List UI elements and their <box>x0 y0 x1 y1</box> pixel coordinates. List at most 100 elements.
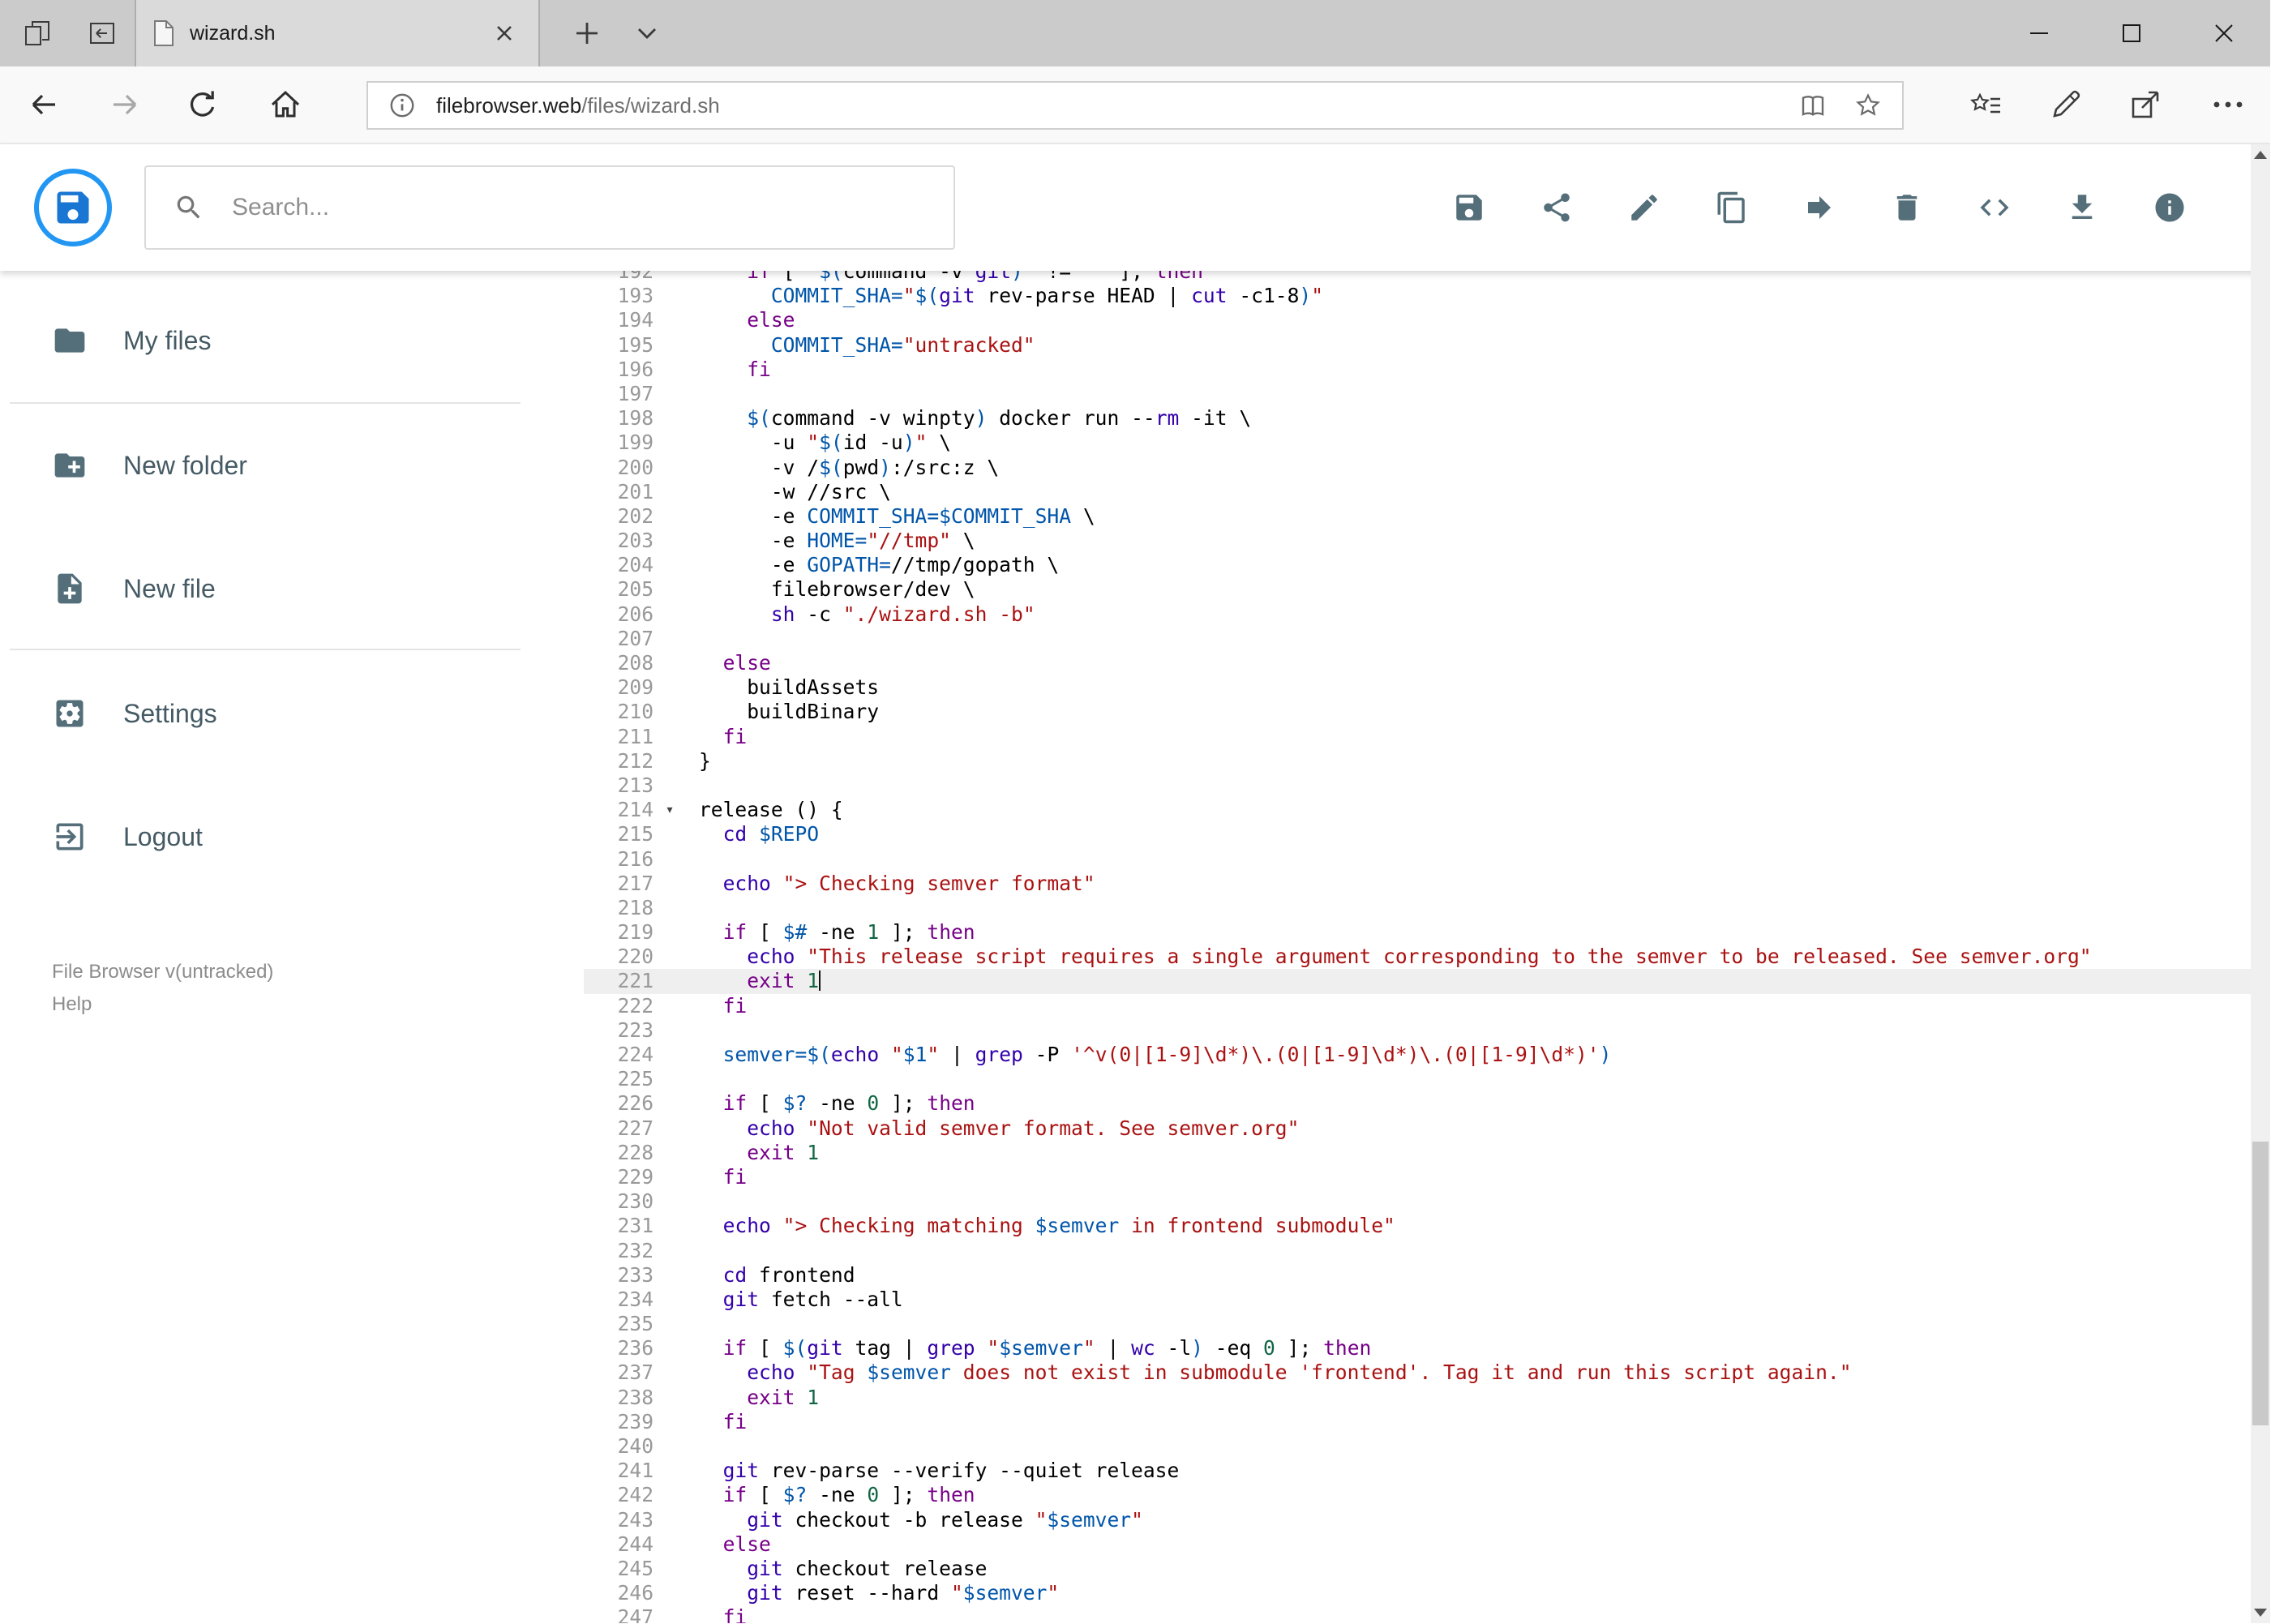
code-line[interactable]: 194 else <box>584 308 2251 332</box>
code-line[interactable]: 222 fi <box>584 994 2251 1018</box>
code-line[interactable]: 201 -w //src \ <box>584 480 2251 504</box>
code-line[interactable]: 198 $(command -v winpty) docker run --rm… <box>584 406 2251 431</box>
code-line[interactable]: 241 git rev-parse --verify --quiet relea… <box>584 1459 2251 1483</box>
code-line[interactable]: 221 exit 1 <box>584 969 2251 994</box>
reading-view-button[interactable] <box>1792 84 1834 126</box>
set-tabs-aside-button[interactable] <box>71 0 133 66</box>
code-line[interactable]: 199 -u "$(id -u)" \ <box>584 431 2251 455</box>
code-line[interactable]: 227 echo "Not valid semver format. See s… <box>584 1116 2251 1141</box>
code-line[interactable]: 213 <box>584 773 2251 798</box>
code-line[interactable]: 220 echo "This release script requires a… <box>584 945 2251 969</box>
code-line[interactable]: 208 else <box>584 651 2251 675</box>
code-line[interactable]: 242 if [ $? -ne 0 ]; then <box>584 1483 2251 1507</box>
code-view-button[interactable] <box>1962 175 2027 240</box>
code-line[interactable]: 209 buildAssets <box>584 675 2251 700</box>
sidebar-item-new-folder[interactable]: New folder <box>0 420 584 511</box>
code-editor[interactable]: 192 if [ "$(command -v git)" != "" ]; th… <box>584 271 2251 1623</box>
search-bar[interactable] <box>144 165 955 250</box>
new-tab-button[interactable] <box>558 0 616 66</box>
favorites-hub-button[interactable] <box>1951 66 2022 143</box>
code-line[interactable]: 244 else <box>584 1532 2251 1557</box>
code-line[interactable]: 200 -v /$(pwd):/src:z \ <box>584 456 2251 480</box>
edit-button[interactable] <box>1612 175 1677 240</box>
home-button[interactable] <box>250 66 321 143</box>
code-line[interactable]: 197 <box>584 382 2251 406</box>
tab-preview-toggle[interactable] <box>623 0 671 66</box>
scrollbar[interactable] <box>2251 144 2270 1623</box>
code-line[interactable]: 212} <box>584 749 2251 773</box>
code-line[interactable]: 217 echo "> Checking semver format" <box>584 872 2251 896</box>
code-line[interactable]: 195 COMMIT_SHA="untracked" <box>584 333 2251 358</box>
code-line[interactable]: 205 filebrowser/dev \ <box>584 577 2251 602</box>
move-button[interactable] <box>1787 175 1852 240</box>
tab-close-button[interactable] <box>486 15 522 51</box>
delete-button[interactable] <box>1875 175 1939 240</box>
sidebar-item-new-file[interactable]: New file <box>0 543 584 634</box>
code-line[interactable]: 207 <box>584 627 2251 651</box>
code-line[interactable]: 228 exit 1 <box>584 1141 2251 1165</box>
address-bar[interactable]: filebrowser.web/files/wizard.sh <box>366 81 1904 130</box>
code-line[interactable]: 218 <box>584 896 2251 920</box>
code-line[interactable]: 214 ▾ release () { <box>584 798 2251 822</box>
fold-marker-icon[interactable]: ▾ <box>658 798 681 822</box>
maximize-button[interactable] <box>2085 0 2178 66</box>
code-line[interactable]: 229 fi <box>584 1165 2251 1189</box>
browser-tab[interactable]: wizard.sh <box>135 0 540 66</box>
info-button[interactable] <box>2137 175 2202 240</box>
code-line[interactable]: 247 fi <box>584 1605 2251 1623</box>
code-line[interactable]: 192 if [ "$(command -v git)" != "" ]; th… <box>584 271 2251 284</box>
download-button[interactable] <box>2050 175 2115 240</box>
code-line[interactable]: 211 fi <box>584 725 2251 749</box>
add-favorite-button[interactable] <box>1847 84 1889 126</box>
code-line[interactable]: 246 git reset --hard "$semver" <box>584 1581 2251 1605</box>
minimize-button[interactable] <box>1993 0 2085 66</box>
scrollbar-thumb[interactable] <box>2252 1142 2269 1425</box>
code-line[interactable]: 216 <box>584 847 2251 872</box>
code-line[interactable]: 224 semver=$(echo "$1" | grep -P '^v(0|[… <box>584 1043 2251 1067</box>
site-info-button[interactable] <box>381 84 423 126</box>
sidebar-item-settings[interactable]: Settings <box>0 668 584 759</box>
share-file-button[interactable] <box>1524 175 1589 240</box>
code-line[interactable]: 210 buildBinary <box>584 700 2251 724</box>
scroll-up-button[interactable] <box>2251 144 2270 165</box>
copy-button[interactable] <box>1699 175 1764 240</box>
forward-button[interactable] <box>89 66 161 143</box>
refresh-button[interactable] <box>167 66 238 143</box>
filebrowser-logo[interactable] <box>34 169 112 246</box>
code-line[interactable]: 196 fi <box>584 358 2251 382</box>
code-line[interactable]: 204 -e GOPATH=//tmp/gopath \ <box>584 553 2251 577</box>
code-line[interactable]: 215 cd $REPO <box>584 822 2251 846</box>
sidebar-item-my-files[interactable]: My files <box>0 295 584 386</box>
code-line[interactable]: 232 <box>584 1239 2251 1263</box>
code-line[interactable]: 237 echo "Tag $semver does not exist in … <box>584 1360 2251 1385</box>
share-button[interactable] <box>2110 66 2181 143</box>
code-line[interactable]: 193 COMMIT_SHA="$(git rev-parse HEAD | c… <box>584 284 2251 308</box>
sidebar-item-logout[interactable]: Logout <box>0 791 584 882</box>
code-line[interactable]: 235 <box>584 1312 2251 1336</box>
scroll-down-button[interactable] <box>2251 1602 2270 1623</box>
code-line[interactable]: 219 if [ $# -ne 1 ]; then <box>584 920 2251 945</box>
code-line[interactable]: 202 -e COMMIT_SHA=$COMMIT_SHA \ <box>584 504 2251 529</box>
code-line[interactable]: 226 if [ $? -ne 0 ]; then <box>584 1091 2251 1116</box>
back-button[interactable] <box>8 66 79 143</box>
code-line[interactable]: 203 -e HOME="//tmp" \ <box>584 529 2251 553</box>
code-line[interactable]: 206 sh -c "./wizard.sh -b" <box>584 602 2251 627</box>
code-line[interactable]: 223 <box>584 1018 2251 1043</box>
show-set-aside-tabs-button[interactable] <box>6 0 68 66</box>
code-line[interactable]: 225 <box>584 1067 2251 1091</box>
code-line[interactable]: 236 if [ $(git tag | grep "$semver" | wc… <box>584 1336 2251 1360</box>
search-input[interactable] <box>229 192 926 223</box>
code-line[interactable]: 238 exit 1 <box>584 1386 2251 1410</box>
close-window-button[interactable] <box>2178 0 2270 66</box>
more-button[interactable] <box>2192 66 2264 143</box>
code-line[interactable]: 233 cd frontend <box>584 1263 2251 1288</box>
code-line[interactable]: 234 git fetch --all <box>584 1288 2251 1312</box>
code-line[interactable]: 240 <box>584 1434 2251 1459</box>
ink-button[interactable] <box>2030 66 2102 143</box>
code-line[interactable]: 245 git checkout release <box>584 1557 2251 1581</box>
code-line[interactable]: 230 <box>584 1189 2251 1214</box>
code-line[interactable]: 231 echo "> Checking matching $semver in… <box>584 1214 2251 1238</box>
code-line[interactable]: 243 git checkout -b release "$semver" <box>584 1508 2251 1532</box>
code-line[interactable]: 239 fi <box>584 1410 2251 1434</box>
help-link[interactable]: Help <box>52 989 92 1019</box>
